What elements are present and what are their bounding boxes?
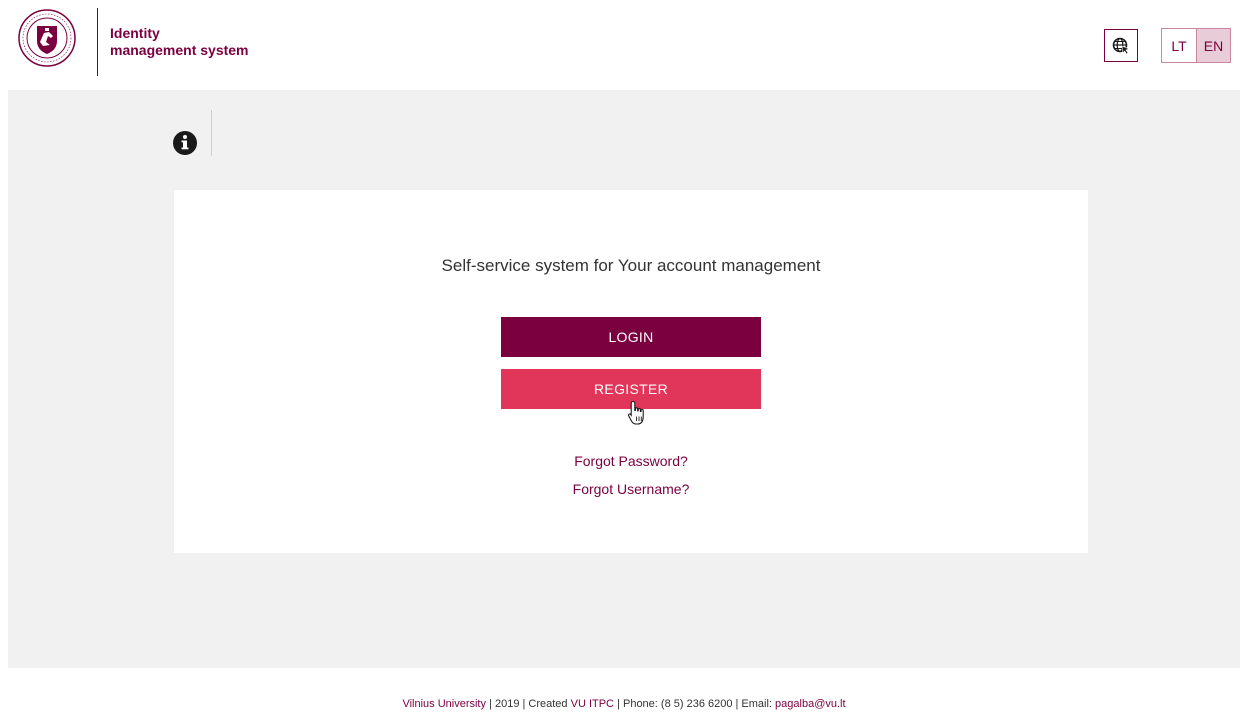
footer-university-link[interactable]: Vilnius University bbox=[402, 698, 486, 710]
info-circle-icon[interactable] bbox=[168, 128, 202, 158]
app-title: Identity management system bbox=[110, 25, 249, 59]
footer-text-year: | 2019 | Created bbox=[486, 698, 571, 710]
footer-itpc-link[interactable]: VU ITPC bbox=[571, 698, 614, 710]
language-switcher: LT EN bbox=[1161, 28, 1231, 63]
logo-divider bbox=[97, 8, 98, 76]
lang-en-button[interactable]: EN bbox=[1196, 29, 1230, 62]
info-divider bbox=[211, 110, 212, 156]
header: Identity management system LT EN bbox=[0, 0, 1248, 90]
lang-lt-button[interactable]: LT bbox=[1162, 29, 1196, 62]
footer: Vilnius University | 2019 | Created VU I… bbox=[0, 698, 1248, 710]
register-button[interactable]: REGISTER bbox=[501, 369, 761, 409]
forgot-password-link[interactable]: Forgot Password? bbox=[174, 453, 1088, 469]
accessibility-button[interactable] bbox=[1104, 29, 1138, 62]
app-title-line1: Identity bbox=[110, 25, 160, 41]
app-title-line2: management system bbox=[110, 42, 249, 58]
login-card: Self-service system for Your account man… bbox=[174, 190, 1088, 553]
card-heading: Self-service system for Your account man… bbox=[441, 256, 821, 275]
login-button[interactable]: LOGIN bbox=[501, 317, 761, 357]
vilnius-university-seal-icon[interactable] bbox=[18, 9, 76, 67]
forgot-username-link[interactable]: Forgot Username? bbox=[174, 481, 1088, 497]
globe-cursor-icon bbox=[1112, 37, 1130, 54]
footer-email-link[interactable]: pagalba@vu.lt bbox=[775, 698, 846, 710]
footer-text-phone: | Phone: (8 5) 236 6200 | Email: bbox=[614, 698, 776, 710]
